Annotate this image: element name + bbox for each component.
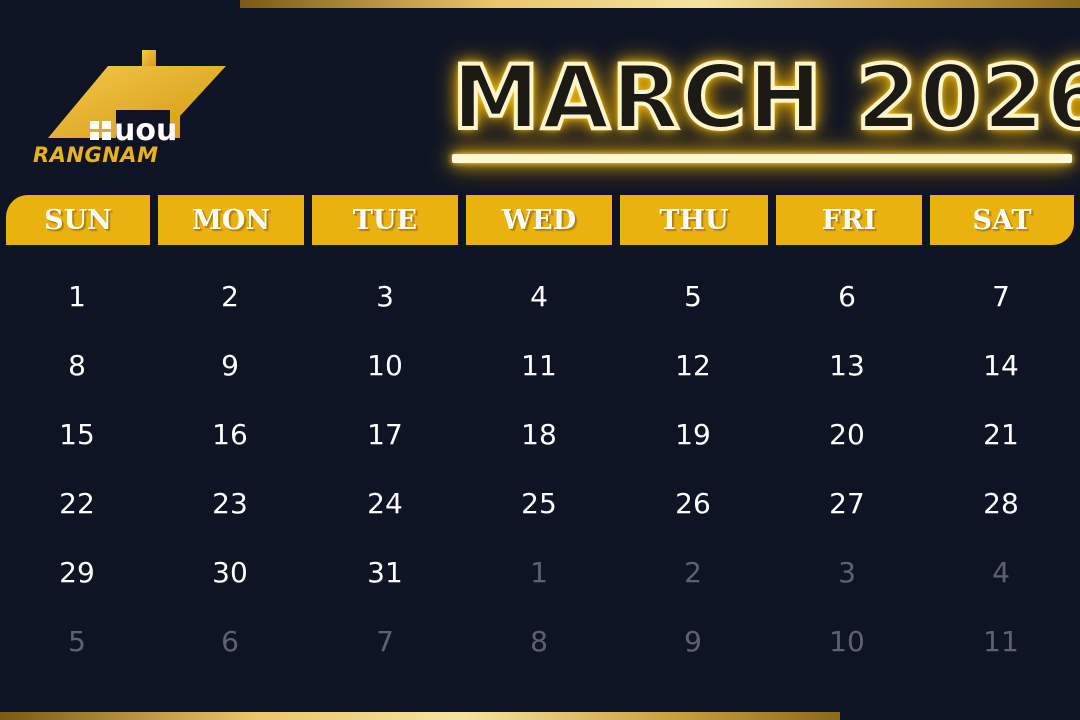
adjacent-month-day-cell: 1 bbox=[530, 556, 548, 589]
weekday-header-tue: TUE bbox=[312, 195, 458, 245]
day-cell: 10 bbox=[367, 349, 403, 382]
day-cell: 29 bbox=[59, 556, 95, 589]
day-cell: 8 bbox=[68, 349, 86, 382]
weekday-header-sat: SAT bbox=[930, 195, 1074, 245]
day-cell: 18 bbox=[521, 418, 557, 451]
day-cell: 31 bbox=[367, 556, 403, 589]
logo: uou RANGNAM bbox=[30, 48, 240, 173]
day-cell: 7 bbox=[992, 280, 1010, 313]
weekday-header-sun: SUN bbox=[6, 195, 150, 245]
adjacent-month-day-cell: 2 bbox=[684, 556, 702, 589]
weekday-header-wed: WED bbox=[466, 195, 612, 245]
adjacent-month-day-cell: 6 bbox=[221, 625, 239, 658]
adjacent-month-day-cell: 5 bbox=[68, 625, 86, 658]
logo-wordmark: uou bbox=[90, 116, 220, 146]
day-cell: 30 bbox=[212, 556, 248, 589]
weekday-header-fri: FRI bbox=[776, 195, 922, 245]
adjacent-month-day-cell: 8 bbox=[530, 625, 548, 658]
day-cell: 23 bbox=[212, 487, 248, 520]
weekday-header-thu: THU bbox=[620, 195, 768, 245]
adjacent-month-day-cell: 9 bbox=[684, 625, 702, 658]
adjacent-month-day-cell: 4 bbox=[992, 556, 1010, 589]
day-cell: 9 bbox=[221, 349, 239, 382]
top-gold-bar bbox=[240, 0, 1080, 8]
weekday-header-mon: MON bbox=[158, 195, 304, 245]
day-cell: 25 bbox=[521, 487, 557, 520]
day-cell: 19 bbox=[675, 418, 711, 451]
day-cell: 4 bbox=[530, 280, 548, 313]
day-cell: 1 bbox=[68, 280, 86, 313]
adjacent-month-day-cell: 7 bbox=[376, 625, 394, 658]
day-cell: 3 bbox=[376, 280, 394, 313]
adjacent-month-day-cell: 3 bbox=[838, 556, 856, 589]
day-cell: 20 bbox=[829, 418, 865, 451]
day-cell: 27 bbox=[829, 487, 865, 520]
day-cell: 26 bbox=[675, 487, 711, 520]
window-grid-icon bbox=[90, 121, 112, 141]
day-cell: 11 bbox=[521, 349, 557, 382]
bottom-gold-bar bbox=[0, 712, 840, 720]
day-cell: 21 bbox=[983, 418, 1019, 451]
logo-subtitle: RANGNAM bbox=[33, 143, 159, 167]
day-cell: 15 bbox=[59, 418, 95, 451]
day-cell: 13 bbox=[829, 349, 865, 382]
day-cell: 5 bbox=[684, 280, 702, 313]
adjacent-month-day-cell: 11 bbox=[983, 625, 1019, 658]
day-cell: 14 bbox=[983, 349, 1019, 382]
day-cell: 24 bbox=[367, 487, 403, 520]
day-cell: 6 bbox=[838, 280, 856, 313]
day-cell: 12 bbox=[675, 349, 711, 382]
day-cell: 28 bbox=[983, 487, 1019, 520]
calendar-title: MARCH 2026 bbox=[450, 46, 1080, 150]
title-underline bbox=[452, 154, 1072, 163]
day-cell: 2 bbox=[221, 280, 239, 313]
day-cell: 16 bbox=[212, 418, 248, 451]
day-cell: 22 bbox=[59, 487, 95, 520]
day-cell: 17 bbox=[367, 418, 403, 451]
adjacent-month-day-cell: 10 bbox=[829, 625, 865, 658]
